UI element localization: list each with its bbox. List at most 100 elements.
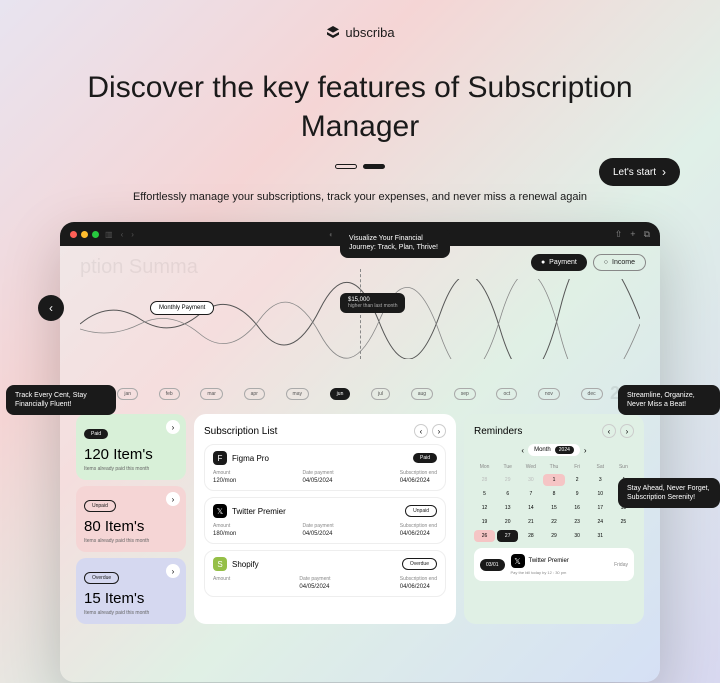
- calendar-day[interactable]: 9: [567, 488, 588, 500]
- unpaid-sub: Items already paid this month: [84, 538, 178, 544]
- calendar-day[interactable]: 3: [590, 474, 611, 486]
- expand-icon[interactable]: ›: [166, 420, 180, 434]
- tabs-icon[interactable]: ⧉: [644, 229, 650, 240]
- calendar-day[interactable]: 31: [590, 530, 611, 542]
- meta-label: Subscription end: [400, 523, 437, 529]
- calendar-day[interactable]: 10: [590, 488, 611, 500]
- nav-fwd-icon[interactable]: ›: [131, 230, 134, 239]
- calendar-day-prev[interactable]: 30: [520, 474, 541, 486]
- meta-amount: 180/mon: [213, 531, 236, 537]
- overdue-count: 15 Item's: [84, 590, 178, 607]
- calendar-dow: Mon: [474, 462, 495, 472]
- calendar-day[interactable]: 28: [520, 530, 541, 542]
- calendar-day[interactable]: 6: [497, 488, 518, 500]
- pager-dot-1[interactable]: [335, 164, 357, 169]
- meta-date: 04/05/2024: [302, 478, 333, 484]
- status-card-unpaid[interactable]: Unpaid › 80 Item's Items already paid th…: [76, 486, 186, 552]
- calendar-day[interactable]: 2: [567, 474, 588, 486]
- sub-item-badge: Overdue: [402, 558, 437, 570]
- calendar-day[interactable]: 23: [567, 516, 588, 528]
- calendar-day[interactable]: 1: [543, 474, 564, 486]
- calendar-day[interactable]: 26: [474, 530, 495, 542]
- chevron-left-icon[interactable]: ‹: [521, 446, 524, 455]
- calendar-day[interactable]: 5: [474, 488, 495, 500]
- calendar-day-prev[interactable]: 29: [497, 474, 518, 486]
- month-pill-mar[interactable]: mar: [200, 388, 223, 400]
- calendar-dow: Wed: [520, 462, 541, 472]
- calendar-day[interactable]: 15: [543, 502, 564, 514]
- payment-label: Payment: [549, 259, 577, 266]
- new-tab-icon[interactable]: +: [630, 229, 635, 240]
- reminders-prev-button[interactable]: ‹: [602, 424, 616, 438]
- calendar-day[interactable]: 21: [520, 516, 541, 528]
- status-column: Paid › 120 Item's Items already paid thi…: [76, 414, 186, 624]
- calendar-day[interactable]: 25: [613, 516, 634, 528]
- month-pill-apr[interactable]: apr: [244, 388, 265, 400]
- calendar-day-prev[interactable]: 28: [474, 474, 495, 486]
- calendar-dow: Sat: [590, 462, 611, 472]
- paid-count: 120 Item's: [84, 446, 178, 463]
- cta-label: Let's start: [613, 167, 656, 178]
- month-pill-jul[interactable]: jul: [371, 388, 390, 400]
- pager-dot-2[interactable]: [363, 164, 385, 169]
- lets-start-button[interactable]: Let's start: [599, 158, 680, 186]
- month-pill-may[interactable]: may: [286, 388, 309, 400]
- expand-icon[interactable]: ›: [166, 564, 180, 578]
- reminder-name: Twitter Premier: [529, 558, 569, 564]
- income-tab[interactable]: ○ Income: [593, 254, 646, 271]
- twitter-icon: 𝕏: [213, 504, 227, 518]
- sub-item-badge: Paid: [413, 453, 437, 463]
- share-icon[interactable]: ⇧: [615, 229, 623, 240]
- month-pill-jun[interactable]: jun: [330, 388, 351, 400]
- reminder-card[interactable]: 03/01 𝕏 Twitter Premier Pay the bill tod…: [474, 548, 634, 581]
- sub-item-name: Twitter Premier: [232, 507, 286, 516]
- month-pill-nov[interactable]: nov: [538, 388, 560, 400]
- status-card-paid[interactable]: Paid › 120 Item's Items already paid thi…: [76, 414, 186, 480]
- reminders-next-button[interactable]: ›: [620, 424, 634, 438]
- logo-icon: [325, 24, 341, 40]
- month-pill-dec[interactable]: dec: [581, 388, 603, 400]
- income-icon: ○: [604, 259, 608, 266]
- calendar-day[interactable]: 13: [497, 502, 518, 514]
- paid-badge: Paid: [84, 429, 108, 439]
- subscription-item[interactable]: S Shopify Overdue Amount Date payment04/…: [204, 550, 446, 597]
- month-pill-aug[interactable]: aug: [411, 388, 433, 400]
- calendar-day[interactable]: 7: [520, 488, 541, 500]
- nav-back-icon[interactable]: ‹: [121, 230, 124, 239]
- month-pill-sep[interactable]: sep: [454, 388, 476, 400]
- payment-tab[interactable]: ●Payment: [531, 254, 587, 271]
- minimize-dot-icon[interactable]: [81, 231, 88, 238]
- calendar-dow: Fri: [567, 462, 588, 472]
- maximize-dot-icon[interactable]: [92, 231, 99, 238]
- calendar-day[interactable]: 17: [590, 502, 611, 514]
- prev-slide-button[interactable]: ‹: [38, 295, 64, 321]
- month-year-selector[interactable]: ‹ Month 2024 ›: [474, 444, 634, 456]
- status-card-overdue[interactable]: Overdue › 15 Item's Items already paid t…: [76, 558, 186, 624]
- calendar-day[interactable]: 27: [497, 530, 518, 542]
- calendar-day[interactable]: 30: [567, 530, 588, 542]
- calendar-day[interactable]: 8: [543, 488, 564, 500]
- meta-label: Amount: [213, 576, 230, 582]
- close-dot-icon[interactable]: [70, 231, 77, 238]
- subscription-item[interactable]: 𝕏 Twitter Premier Unpaid Amount180/mon D…: [204, 497, 446, 544]
- subscription-item[interactable]: F Figma Pro Paid Amount120/mon Date paym…: [204, 444, 446, 491]
- calendar-day[interactable]: 12: [474, 502, 495, 514]
- chart-tooltip: $15,000 higher than last month: [340, 293, 405, 313]
- month-pill-oct[interactable]: oct: [496, 388, 517, 400]
- month-pill-jan[interactable]: jan: [117, 388, 138, 400]
- sublist-prev-button[interactable]: ‹: [414, 424, 428, 438]
- sidebar-toggle-icon[interactable]: ▥: [105, 230, 113, 239]
- chevron-right-icon[interactable]: ›: [584, 446, 587, 455]
- month-pill-feb[interactable]: feb: [159, 388, 180, 400]
- calendar-day[interactable]: 22: [543, 516, 564, 528]
- calendar-day[interactable]: 16: [567, 502, 588, 514]
- calendar-day[interactable]: 14: [520, 502, 541, 514]
- callout-reminders: Stay Ahead, Never Forget, Subscription S…: [618, 478, 720, 508]
- sublist-next-button[interactable]: ›: [432, 424, 446, 438]
- calendar-day[interactable]: 19: [474, 516, 495, 528]
- income-label: Income: [612, 259, 635, 266]
- calendar-day[interactable]: 20: [497, 516, 518, 528]
- expand-icon[interactable]: ›: [166, 492, 180, 506]
- calendar-day[interactable]: 29: [543, 530, 564, 542]
- calendar-day[interactable]: 24: [590, 516, 611, 528]
